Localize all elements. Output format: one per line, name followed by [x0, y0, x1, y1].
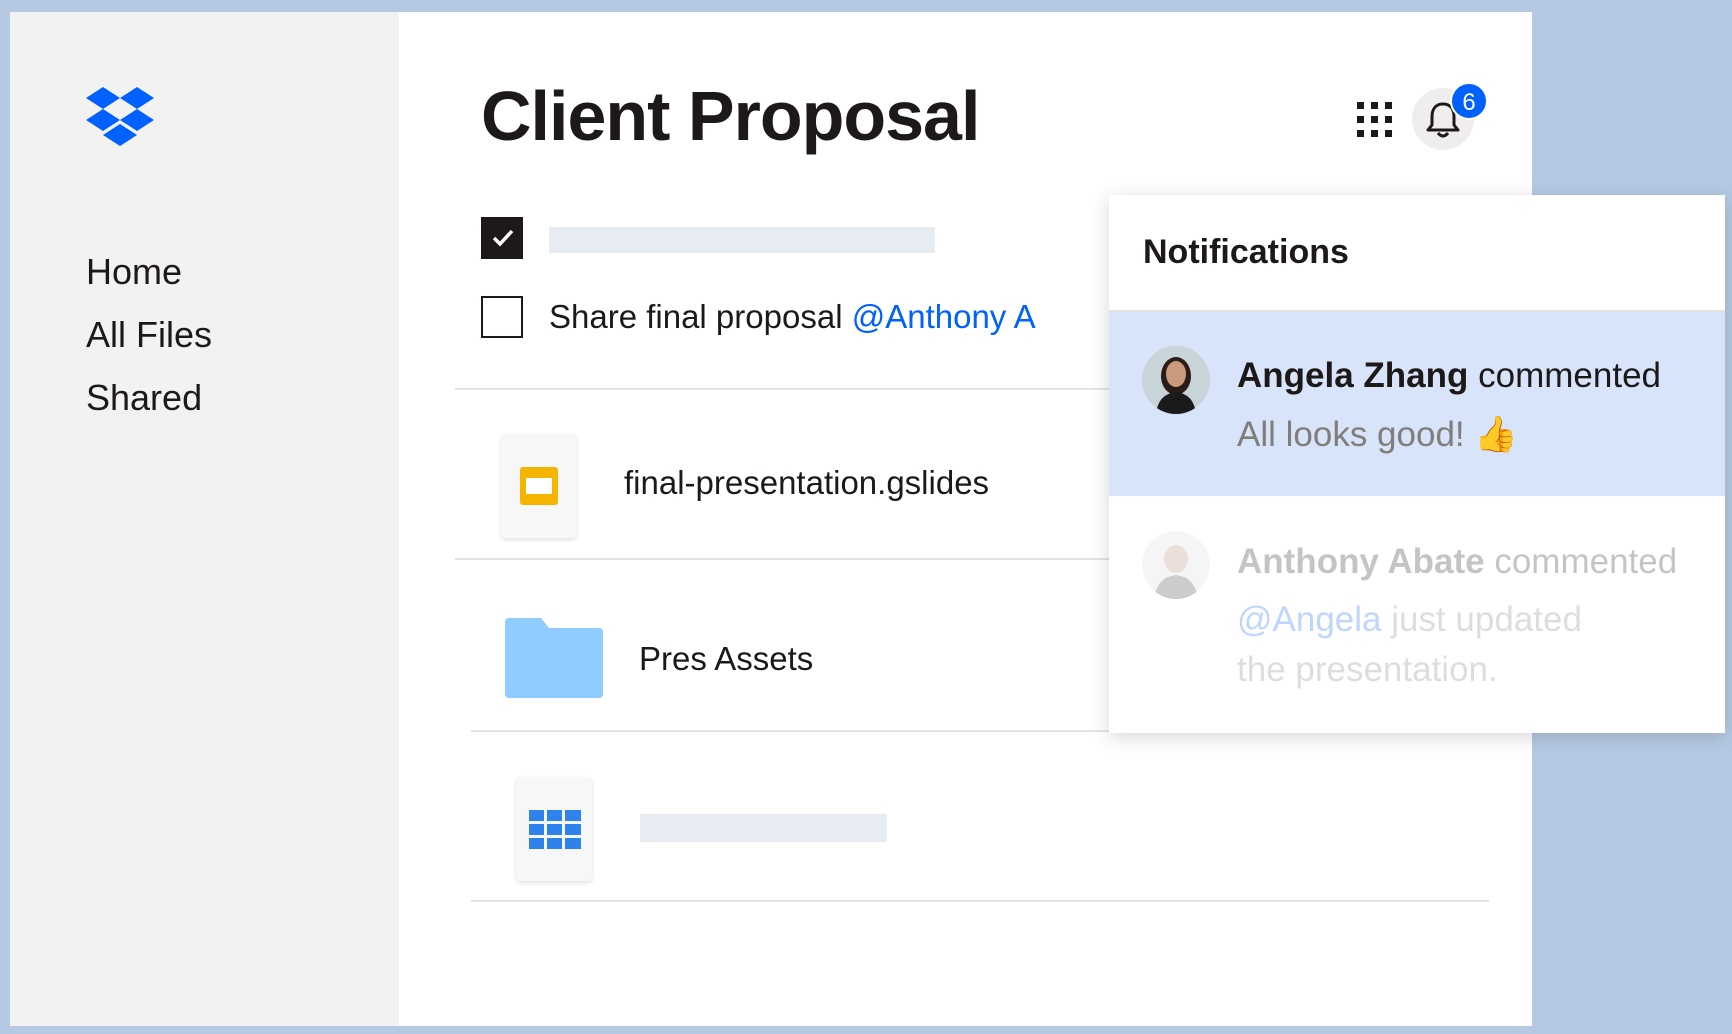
notification-action: commented — [1494, 542, 1678, 581]
sidebar-item-all-files[interactable]: All Files — [86, 303, 212, 366]
task-text-placeholder — [549, 227, 935, 253]
spreadsheet-icon — [529, 810, 581, 849]
file-thumbnail — [516, 777, 592, 881]
file-thumbnail — [501, 434, 577, 538]
checkmark-icon — [492, 229, 514, 247]
notification-item[interactable]: Anthony Abate commented @Angela just upd… — [1109, 498, 1725, 733]
notification-message: All looks good! 👍 — [1237, 415, 1518, 454]
file-row[interactable] — [399, 732, 1532, 912]
notification-header: Anthony Abate commented — [1237, 542, 1677, 582]
sidebar-item-home[interactable]: Home — [86, 240, 212, 303]
notification-author: Angela Zhang — [1237, 356, 1469, 395]
notification-message-line2: the presentation. — [1237, 650, 1498, 689]
page-title: Client Proposal — [481, 77, 980, 155]
notifications-panel: Notifications Angela Zhang commented All… — [1109, 195, 1725, 733]
notification-item[interactable]: Angela Zhang commented All looks good! 👍 — [1109, 312, 1725, 496]
sidebar: Home All Files Shared — [10, 12, 399, 1026]
notifications-title: Notifications — [1143, 233, 1349, 271]
notification-action: commented — [1478, 356, 1662, 395]
notification-message-text: just updated — [1381, 600, 1582, 639]
divider — [471, 900, 1489, 902]
notification-count-badge: 6 — [1450, 82, 1488, 120]
notification-header: Angela Zhang commented — [1237, 356, 1661, 396]
avatar-anthony-abate — [1142, 531, 1210, 599]
task-checkbox[interactable] — [481, 296, 523, 338]
notification-message: @Angela just updated — [1237, 600, 1582, 640]
sidebar-item-shared[interactable]: Shared — [86, 366, 212, 429]
file-name: final-presentation.gslides — [624, 464, 990, 501]
slides-icon — [520, 467, 558, 505]
folder-name: Pres Assets — [639, 640, 814, 677]
avatar-angela-zhang — [1142, 346, 1210, 414]
notification-mention[interactable]: @Angela — [1237, 600, 1382, 639]
task-checkbox[interactable] — [481, 217, 523, 259]
task-mention[interactable]: @Anthony A — [852, 298, 1036, 335]
folder-icon — [505, 618, 603, 698]
sidebar-nav: Home All Files Shared — [86, 240, 212, 429]
file-name-placeholder — [640, 814, 887, 842]
task-text: Share final proposal @Anthony A — [549, 298, 1036, 336]
apps-grid-icon[interactable] — [1355, 100, 1395, 140]
notification-author: Anthony Abate — [1237, 542, 1485, 581]
task-label: Share final proposal — [549, 298, 843, 335]
dropbox-logo-icon[interactable] — [86, 87, 154, 147]
